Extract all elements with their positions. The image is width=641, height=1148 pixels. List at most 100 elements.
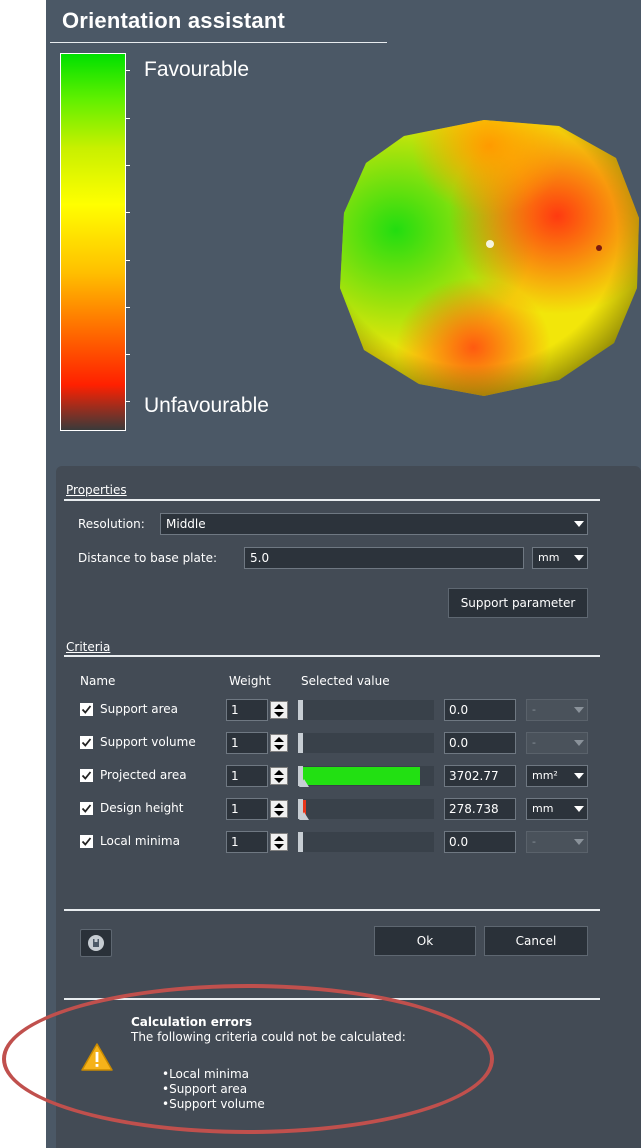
criterion-unit-select: -: [526, 831, 588, 853]
criterion-unit-value: -: [532, 736, 536, 749]
column-header-name: Name: [80, 674, 116, 688]
weight-stepper[interactable]: [270, 701, 288, 719]
criterion-unit-value: -: [532, 835, 536, 848]
track-start-marker: [298, 832, 303, 852]
weight-stepper[interactable]: [270, 833, 288, 851]
criterion-unit-value: mm: [532, 802, 554, 815]
help-button[interactable]: [80, 929, 112, 957]
distance-input[interactable]: 5.0: [244, 547, 524, 569]
criterion-weight-input[interactable]: 1: [226, 765, 268, 787]
criterion-checkbox[interactable]: [80, 703, 93, 716]
weight-stepper[interactable]: [270, 800, 288, 818]
criterion-weight-input[interactable]: 1: [226, 732, 268, 754]
legend-tick: [126, 165, 130, 166]
criterion-value-track: [298, 700, 434, 720]
criterion-value-field[interactable]: 0.0: [444, 831, 516, 853]
legend-tick: [126, 260, 130, 261]
criterion-value-bar: [303, 767, 420, 785]
resolution-label: Resolution:: [78, 517, 145, 531]
criterion-unit-value: mm²: [532, 769, 558, 782]
checkmark-icon: [81, 705, 92, 714]
page-title: Orientation assistant: [62, 8, 286, 33]
chevron-down-icon: [574, 555, 584, 561]
weight-stepper[interactable]: [270, 767, 288, 785]
model-icon: [88, 935, 104, 951]
orientation-sphere[interactable]: [334, 118, 641, 398]
criterion-value-field[interactable]: 3702.77: [444, 765, 516, 787]
chevron-down-icon: [574, 806, 584, 812]
spin-down-icon: [274, 745, 284, 750]
criterion-weight-input[interactable]: 1: [226, 699, 268, 721]
criterion-name: Support area: [100, 702, 179, 716]
criterion-unit-select[interactable]: mm: [526, 798, 588, 820]
criterion-unit-select: -: [526, 732, 588, 754]
criteria-section-label: Criteria: [66, 640, 111, 654]
criterion-name: Support volume: [100, 735, 196, 749]
chevron-down-icon: [574, 740, 584, 746]
distance-label: Distance to base plate:: [78, 551, 218, 565]
criterion-weight-input[interactable]: 1: [226, 798, 268, 820]
track-start-marker: [298, 733, 303, 753]
criterion-value-track: [298, 733, 434, 753]
error-description: The following criteria could not be calc…: [131, 1030, 406, 1044]
spin-down-icon: [274, 712, 284, 717]
slider-handle[interactable]: [299, 812, 309, 820]
orientation-sphere-graphic: [340, 120, 639, 396]
spin-down-icon: [274, 811, 284, 816]
legend-favourable-label: Favourable: [144, 58, 250, 81]
criterion-value-field[interactable]: 0.0: [444, 732, 516, 754]
chevron-down-icon: [574, 707, 584, 713]
criterion-unit-select[interactable]: mm²: [526, 765, 588, 787]
criterion-checkbox[interactable]: [80, 736, 93, 749]
criterion-unit-value: -: [532, 703, 536, 716]
column-header-weight: Weight: [229, 674, 271, 688]
legend-tick: [126, 307, 130, 308]
criterion-checkbox[interactable]: [80, 835, 93, 848]
settings-panel: Properties Resolution: Middle Distance t…: [56, 466, 641, 1148]
color-scale-bar: [60, 53, 126, 431]
spin-down-icon: [274, 844, 284, 849]
error-item: •Local minima: [162, 1067, 249, 1081]
spin-up-icon: [274, 836, 284, 841]
properties-divider: [64, 499, 600, 501]
resolution-select[interactable]: Middle: [160, 513, 588, 535]
spin-up-icon: [274, 704, 284, 709]
weight-stepper[interactable]: [270, 734, 288, 752]
chevron-down-icon: [574, 521, 584, 527]
chevron-down-icon: [574, 773, 584, 779]
resolution-value: Middle: [166, 517, 206, 531]
actions-divider: [64, 909, 600, 911]
warning-icon: [81, 1043, 113, 1071]
criterion-value-field[interactable]: 0.0: [444, 699, 516, 721]
legend-tick: [126, 401, 130, 402]
distance-unit-select[interactable]: mm: [532, 547, 588, 569]
criterion-name: Projected area: [100, 768, 187, 782]
criterion-checkbox[interactable]: [80, 802, 93, 815]
cancel-button[interactable]: Cancel: [484, 926, 588, 956]
criteria-divider: [64, 655, 600, 657]
criterion-name: Local minima: [100, 834, 180, 848]
checkmark-icon: [81, 837, 92, 846]
criterion-value-track: [298, 832, 434, 852]
spin-up-icon: [274, 737, 284, 742]
criterion-checkbox[interactable]: [80, 769, 93, 782]
column-header-selected-value: Selected value: [301, 674, 390, 688]
orientation-assistant-window: Orientation assistant Favourable Unfavou…: [46, 0, 641, 1148]
criterion-unit-select: -: [526, 699, 588, 721]
error-item: •Support volume: [162, 1097, 265, 1111]
criterion-value-field[interactable]: 278.738: [444, 798, 516, 820]
checkmark-icon: [81, 771, 92, 780]
ok-button[interactable]: Ok: [374, 926, 476, 956]
properties-section-label: Properties: [66, 483, 127, 497]
track-start-marker: [298, 700, 303, 720]
checkmark-icon: [81, 804, 92, 813]
spin-down-icon: [274, 778, 284, 783]
chevron-down-icon: [574, 839, 584, 845]
criterion-weight-input[interactable]: 1: [226, 831, 268, 853]
slider-handle[interactable]: [299, 779, 309, 787]
legend-tick: [126, 118, 130, 119]
legend-unfavourable-label: Unfavourable: [144, 394, 269, 417]
support-parameter-button[interactable]: Support parameter: [448, 588, 588, 618]
criterion-value-track: [298, 799, 434, 819]
orientation-marker: [596, 245, 602, 251]
